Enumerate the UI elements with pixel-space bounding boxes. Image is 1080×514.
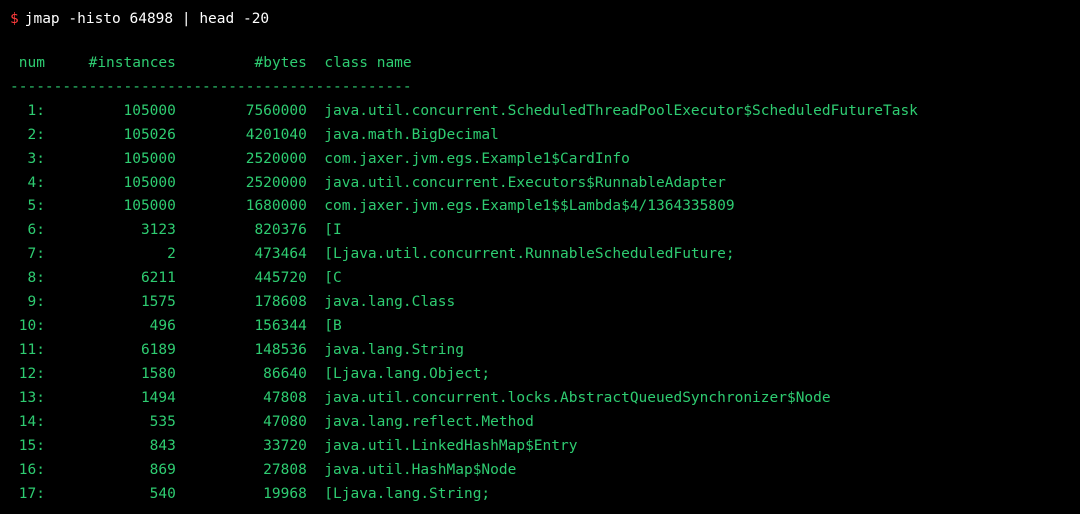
cell-bytes: 156344 [176, 318, 307, 334]
cell-instances: 535 [45, 414, 176, 430]
table-row: 13: 1494 47808 java.util.concurrent.lock… [10, 387, 1070, 411]
table-row: 5: 105000 1680000 com.jaxer.jvm.egs.Exam… [10, 195, 1070, 219]
cell-instances: 540 [45, 486, 176, 502]
cell-num: 2: [10, 127, 45, 143]
cell-class-name: com.jaxer.jvm.egs.Example1$$Lambda$4/136… [307, 198, 735, 214]
cell-bytes: 4201040 [176, 127, 307, 143]
cell-instances: 105000 [45, 151, 176, 167]
cell-num: 9: [10, 294, 45, 310]
table-row: 7: 2 473464 [Ljava.util.concurrent.Runna… [10, 243, 1070, 267]
cell-bytes: 86640 [176, 366, 307, 382]
cell-num: 15: [10, 438, 45, 454]
table-header: num #instances #bytes class name [10, 52, 1070, 76]
cell-class-name: java.lang.reflect.Method [307, 414, 534, 430]
table-row: 6: 3123 820376 [I [10, 219, 1070, 243]
cell-class-name: java.util.HashMap$Node [307, 462, 517, 478]
cell-instances: 843 [45, 438, 176, 454]
cell-num: 1: [10, 103, 45, 119]
header-num: num [19, 55, 45, 71]
cell-instances: 105000 [45, 198, 176, 214]
cell-bytes: 148536 [176, 342, 307, 358]
cell-instances: 1580 [45, 366, 176, 382]
cell-instances: 3123 [45, 222, 176, 238]
table-row: 14: 535 47080 java.lang.reflect.Method [10, 411, 1070, 435]
cell-num: 7: [10, 246, 45, 262]
cell-class-name: [Ljava.util.concurrent.RunnableScheduled… [307, 246, 735, 262]
table-row: 2: 105026 4201040 java.math.BigDecimal [10, 124, 1070, 148]
table-row: 4: 105000 2520000 java.util.concurrent.E… [10, 172, 1070, 196]
prompt-symbol: $ [10, 11, 19, 27]
cell-instances: 105026 [45, 127, 176, 143]
cell-class-name: [B [307, 318, 342, 334]
cell-instances: 105000 [45, 175, 176, 191]
cell-class-name: java.util.concurrent.ScheduledThreadPool… [307, 103, 918, 119]
cell-bytes: 473464 [176, 246, 307, 262]
cell-class-name: [C [307, 270, 342, 286]
table-row: 16: 869 27808 java.util.HashMap$Node [10, 459, 1070, 483]
rows-container: 1: 105000 7560000 java.util.concurrent.S… [10, 100, 1070, 507]
cell-class-name: [Ljava.lang.Object; [307, 366, 490, 382]
cell-num: 17: [10, 486, 45, 502]
cell-class-name: java.util.concurrent.Executors$RunnableA… [307, 175, 726, 191]
table-row: 11: 6189 148536 java.lang.String [10, 339, 1070, 363]
cell-class-name: java.lang.Class [307, 294, 455, 310]
table-row: 17: 540 19968 [Ljava.lang.String; [10, 483, 1070, 507]
cell-instances: 496 [45, 318, 176, 334]
header-bytes: #bytes [254, 55, 306, 71]
cell-class-name: java.math.BigDecimal [307, 127, 499, 143]
cell-bytes: 445720 [176, 270, 307, 286]
cell-num: 10: [10, 318, 45, 334]
cell-bytes: 2520000 [176, 175, 307, 191]
cell-bytes: 47080 [176, 414, 307, 430]
cell-class-name: java.lang.String [307, 342, 464, 358]
table-row: 15: 843 33720 java.util.LinkedHashMap$En… [10, 435, 1070, 459]
cell-num: 11: [10, 342, 45, 358]
cell-instances: 869 [45, 462, 176, 478]
divider: ----------------------------------------… [10, 76, 1070, 100]
header-class-name: class name [324, 55, 411, 71]
table-row: 1: 105000 7560000 java.util.concurrent.S… [10, 100, 1070, 124]
command-line[interactable]: $ jmap -histo 64898 | head -20 [10, 8, 1070, 32]
cell-num: 16: [10, 462, 45, 478]
cell-class-name: java.util.concurrent.locks.AbstractQueue… [307, 390, 831, 406]
cell-bytes: 820376 [176, 222, 307, 238]
cell-instances: 1494 [45, 390, 176, 406]
cell-bytes: 2520000 [176, 151, 307, 167]
cell-instances: 2 [45, 246, 176, 262]
cell-num: 4: [10, 175, 45, 191]
table-row: 12: 1580 86640 [Ljava.lang.Object; [10, 363, 1070, 387]
command-text: jmap -histo 64898 | head -20 [25, 11, 269, 27]
table-row: 8: 6211 445720 [C [10, 267, 1070, 291]
cell-class-name: com.jaxer.jvm.egs.Example1$CardInfo [307, 151, 630, 167]
cell-num: 6: [10, 222, 45, 238]
cell-num: 13: [10, 390, 45, 406]
cell-class-name: java.util.LinkedHashMap$Entry [307, 438, 578, 454]
cell-num: 8: [10, 270, 45, 286]
header-instances: #instances [89, 55, 176, 71]
cell-num: 14: [10, 414, 45, 430]
cell-bytes: 19968 [176, 486, 307, 502]
cell-class-name: [Ljava.lang.String; [307, 486, 490, 502]
cell-bytes: 1680000 [176, 198, 307, 214]
cell-bytes: 178608 [176, 294, 307, 310]
cell-num: 5: [10, 198, 45, 214]
cell-bytes: 7560000 [176, 103, 307, 119]
table-row: 3: 105000 2520000 com.jaxer.jvm.egs.Exam… [10, 148, 1070, 172]
cell-bytes: 27808 [176, 462, 307, 478]
cell-instances: 6189 [45, 342, 176, 358]
cell-instances: 1575 [45, 294, 176, 310]
cell-bytes: 47808 [176, 390, 307, 406]
cell-num: 3: [10, 151, 45, 167]
cell-instances: 6211 [45, 270, 176, 286]
cell-bytes: 33720 [176, 438, 307, 454]
cell-num: 12: [10, 366, 45, 382]
cell-instances: 105000 [45, 103, 176, 119]
cell-class-name: [I [307, 222, 342, 238]
table-row: 9: 1575 178608 java.lang.Class [10, 291, 1070, 315]
table-row: 10: 496 156344 [B [10, 315, 1070, 339]
